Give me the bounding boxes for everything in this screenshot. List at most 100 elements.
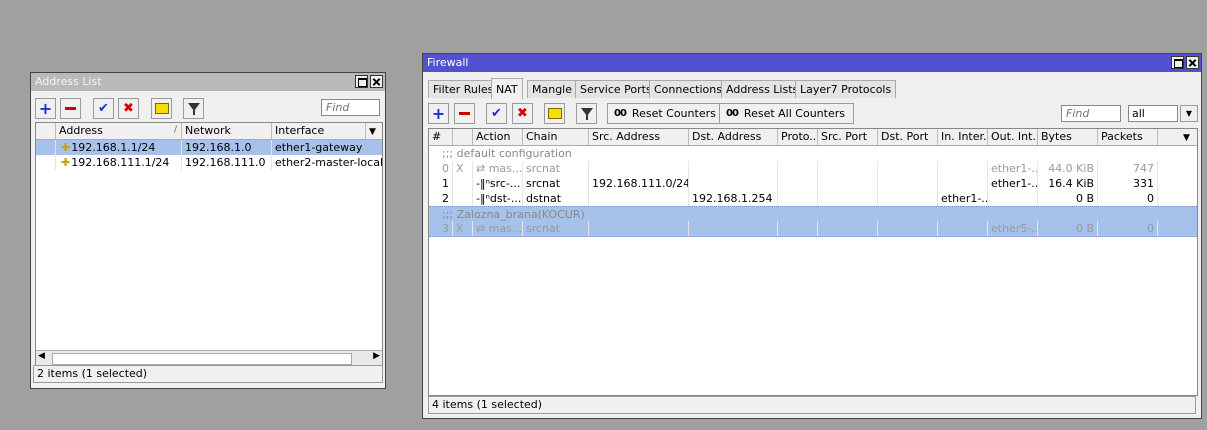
search-field[interactable] — [1066, 106, 1120, 121]
comment-row[interactable]: ;;; default configuration — [429, 146, 1197, 161]
remove-button[interactable] — [60, 98, 81, 119]
col-number[interactable]: # — [429, 129, 453, 145]
out-interface-cell — [988, 191, 1038, 206]
col-bytes[interactable]: Bytes — [1038, 129, 1098, 145]
check-icon: ✔ — [98, 101, 109, 116]
out-interface-cell: ether1-... — [988, 161, 1038, 176]
col-network[interactable]: Network — [182, 123, 272, 139]
out-interface-cell: ether1-... — [988, 176, 1038, 191]
col-protocol[interactable]: Proto... — [778, 129, 818, 145]
col-src-address[interactable]: Src. Address — [589, 129, 689, 145]
in-interface-cell — [938, 176, 988, 191]
protocol-cell — [778, 161, 818, 176]
col-label: Out. Int... — [991, 130, 1038, 143]
maximize-button[interactable] — [355, 75, 368, 88]
col-network-label: Network — [185, 124, 231, 137]
add-button[interactable]: + — [35, 98, 56, 119]
window-title: Firewall — [427, 56, 469, 69]
col-flags[interactable] — [453, 129, 473, 145]
columns-menu-button[interactable]: ▼ — [366, 123, 382, 139]
col-chain[interactable]: Chain — [523, 129, 589, 145]
table-header: # Action Chain Src. Address Dst. Address… — [429, 129, 1197, 146]
disable-button[interactable]: ✖ — [118, 98, 139, 119]
table-row[interactable]: ✚192.168.111.1/24 192.168.111.0 ether2-m… — [36, 155, 382, 170]
disable-button[interactable]: ✖ — [512, 103, 533, 124]
remove-button[interactable] — [454, 103, 475, 124]
col-src-port[interactable]: Src. Port — [818, 129, 878, 145]
dst-port-cell — [878, 176, 938, 191]
tab-filter-rules[interactable]: Filter Rules — [428, 80, 499, 98]
col-address-label: Address — [59, 124, 103, 137]
table-row[interactable]: ✚192.168.1.1/24 192.168.1.0 ether1-gatew… — [36, 140, 382, 155]
row-select-cell — [36, 155, 56, 170]
columns-menu-button[interactable]: ▼ — [1180, 129, 1197, 145]
src-address-cell — [589, 191, 689, 206]
filter-select-dropdown[interactable]: ▼ — [1180, 105, 1198, 122]
tab-nat[interactable]: NAT — [491, 78, 523, 99]
address-cell: ✚192.168.1.1/24 — [56, 140, 182, 155]
search-input[interactable] — [321, 99, 380, 116]
protocol-cell — [778, 176, 818, 191]
check-icon: ✔ — [491, 106, 502, 121]
add-button[interactable]: + — [428, 103, 449, 124]
address-value: 192.168.111.1/24 — [71, 156, 170, 169]
tab-service-ports[interactable]: Service Ports — [575, 80, 657, 98]
scroll-thumb[interactable] — [52, 353, 352, 365]
nat-rules-table: # Action Chain Src. Address Dst. Address… — [428, 128, 1198, 396]
comment-row[interactable]: ;;; Zalozna_brana(KOCUR) — [429, 206, 1197, 222]
table-row[interactable]: 2 -‖ⁿdst-... dstnat 192.168.1.254 ether1… — [429, 191, 1197, 206]
filter-button[interactable] — [183, 98, 204, 119]
number-cell: 1 — [429, 176, 453, 191]
bytes-cell: 0 B — [1038, 191, 1098, 206]
col-select[interactable] — [36, 123, 56, 139]
filter-select[interactable]: all — [1128, 105, 1178, 122]
chevron-down-icon: ▼ — [369, 127, 376, 137]
search-field[interactable] — [326, 100, 379, 115]
tab-layer7-protocols[interactable]: Layer7 Protocols — [795, 80, 897, 98]
enable-button[interactable]: ✔ — [486, 103, 507, 124]
col-in-interface[interactable]: In. Inter... — [938, 129, 988, 145]
reset-counters-button[interactable]: 00 Reset Counters — [607, 103, 725, 124]
cross-icon: ✖ — [517, 106, 528, 121]
tab-address-lists[interactable]: Address Lists — [721, 80, 804, 98]
scroll-left-icon[interactable]: ◀ — [38, 351, 45, 361]
close-button[interactable] — [370, 75, 383, 88]
table-row[interactable]: 1 -‖ⁿsrc-... srcnat 192.168.111.0/24 eth… — [429, 176, 1197, 191]
col-dst-address[interactable]: Dst. Address — [689, 129, 778, 145]
filter-icon — [580, 107, 594, 121]
action-value: mas... — [488, 162, 523, 175]
col-interface[interactable]: Interface — [272, 123, 366, 139]
number-cell: 2 — [429, 191, 453, 206]
table-row[interactable]: 3 X ⇄ mas... srcnat ether5-... 0 B 0 — [429, 221, 1197, 237]
col-dst-port[interactable]: Dst. Port — [878, 129, 938, 145]
tab-label: Address Lists — [726, 83, 799, 96]
comment-button[interactable] — [544, 103, 565, 124]
search-input[interactable] — [1061, 105, 1121, 122]
row-select-cell — [36, 140, 56, 155]
horizontal-scrollbar[interactable]: ◀ ▶ — [36, 350, 382, 365]
dst-port-cell — [878, 191, 938, 206]
firewall-titlebar[interactable]: Firewall — [423, 54, 1201, 72]
nat-icon: -‖ⁿ — [476, 177, 490, 190]
col-packets[interactable]: Packets — [1098, 129, 1158, 145]
tab-mangle[interactable]: Mangle — [527, 80, 578, 98]
address-list-titlebar[interactable]: Address List — [31, 73, 385, 91]
close-button[interactable] — [1186, 56, 1199, 69]
enable-button[interactable]: ✔ — [93, 98, 114, 119]
scroll-right-icon[interactable]: ▶ — [373, 351, 380, 361]
col-label: Dst. Port — [881, 130, 929, 143]
col-address[interactable]: Address / — [56, 123, 182, 139]
maximize-button[interactable] — [1171, 56, 1184, 69]
tab-connections[interactable]: Connections — [649, 80, 727, 98]
reset-all-counters-button[interactable]: 00 Reset All Counters — [719, 103, 854, 124]
src-port-cell — [818, 221, 878, 236]
filter-button[interactable] — [576, 103, 597, 124]
src-address-cell — [589, 221, 689, 236]
col-out-interface[interactable]: Out. Int... — [988, 129, 1038, 145]
col-action[interactable]: Action — [473, 129, 523, 145]
table-row[interactable]: 0 X ⇄ mas... srcnat ether1-... 44.0 KiB … — [429, 161, 1197, 176]
comment-text: ;;; Zalozna_brana(KOCUR) — [442, 208, 585, 221]
interface-cell: ether2-master-local — [272, 155, 382, 170]
comment-button[interactable] — [151, 98, 172, 119]
packets-cell: 331 — [1098, 176, 1158, 191]
